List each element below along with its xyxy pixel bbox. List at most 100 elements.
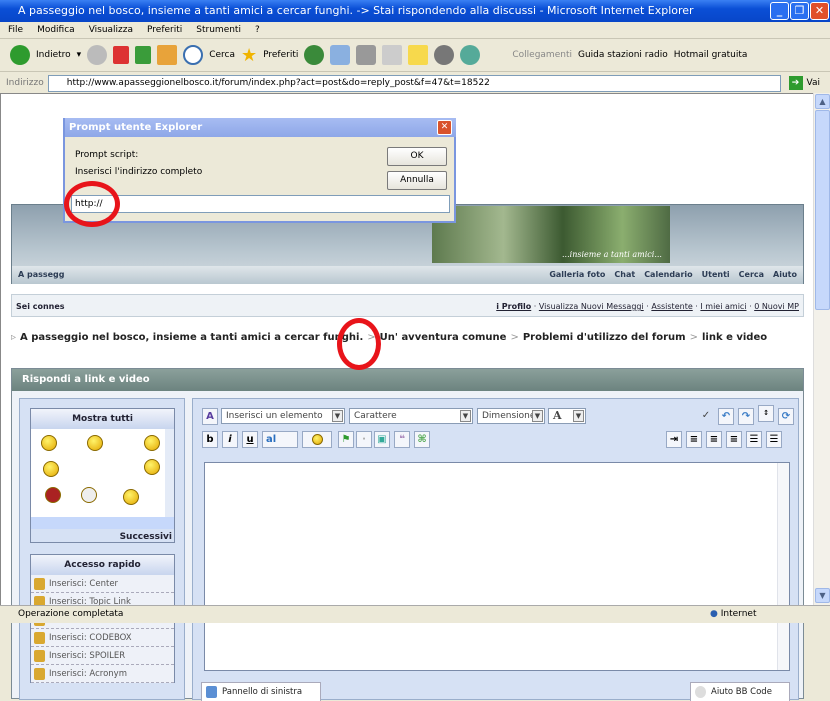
refresh-icon[interactable] [135,46,152,64]
link-nuovi-messaggi[interactable]: Visualizza Nuovi Messaggi [539,302,644,311]
font-color-select[interactable]: A ▼ [548,408,586,424]
cancel-button[interactable]: Annulla [387,171,447,190]
crumb-category[interactable]: Un' avventura comune [380,332,507,343]
emoticon[interactable] [144,435,160,451]
show-all-emoticons[interactable]: Mostra tutti [31,409,174,429]
nav-home[interactable]: A passegg [18,270,65,279]
back-icon[interactable] [10,45,30,65]
numbered-list-icon[interactable]: ☰ [746,431,762,448]
emoticon-hscrollbar[interactable] [31,517,174,529]
indent-icon[interactable]: ⇥ [666,431,682,448]
search-icon[interactable] [183,45,204,65]
notes-icon[interactable] [408,45,429,65]
scroll-down-button[interactable]: ▼ [815,588,830,603]
insert-link-button[interactable]: ⚑ [338,431,354,448]
scroll-up-button[interactable]: ▲ [815,94,830,109]
menu-file[interactable]: File [8,25,23,35]
quick-item-center[interactable]: Inserisci: Center [31,575,174,593]
menu-strumenti[interactable]: Strumenti [196,25,241,35]
menu-help[interactable]: ? [255,25,260,35]
forward-icon[interactable] [87,45,108,65]
toggle-mode-icon[interactable]: A [202,408,218,425]
go-button[interactable]: Vai [807,78,820,88]
text-color-button[interactable]: al [262,431,298,448]
quick-item-spoiler[interactable]: Inserisci: SPOILER [31,647,174,665]
quick-item-codebox[interactable]: Inserisci: CODEBOX [31,629,174,647]
underline-button[interactable]: u [242,431,258,448]
print-icon[interactable] [356,45,377,65]
url-prompt-input[interactable]: http:// [71,195,450,213]
minimize-button[interactable]: _ [770,2,789,20]
menu-preferiti[interactable]: Preferiti [147,25,182,35]
emoticon[interactable] [43,461,59,477]
align-left-icon[interactable]: ≡ [686,431,702,448]
textarea-scrollbar[interactable] [777,463,789,670]
close-button[interactable]: ✕ [810,2,829,20]
history-icon[interactable] [304,45,325,65]
quote-button[interactable]: ❝ [394,431,410,448]
contacts-icon[interactable] [460,45,481,65]
emoticon[interactable] [81,487,97,503]
spellcheck-icon[interactable]: ✓ [698,408,714,425]
size-select[interactable]: Dimensione ▼ [477,408,545,424]
link-assistente[interactable]: Assistente [651,302,692,311]
bold-button[interactable]: b [202,431,218,448]
mail-icon[interactable] [330,45,351,65]
address-input[interactable]: http://www.apasseggionelbosco.it/forum/i… [47,74,781,92]
italic-button[interactable]: i [222,431,238,448]
bbcode-help-tab[interactable]: Aiuto BB Code [690,682,790,701]
left-panel-tab[interactable]: Pannello di sinistra [201,682,321,701]
emoticon-button[interactable] [302,431,332,448]
link-hotmail[interactable]: Hotmail gratuita [674,50,748,60]
messenger-icon[interactable] [434,45,455,65]
emoticon[interactable] [41,435,57,451]
message-textarea[interactable] [204,462,790,671]
resize-icon[interactable]: ↕ [758,405,774,422]
emoticon-scrollbar[interactable] [165,429,174,517]
link-profilo[interactable]: i Profilo [496,302,531,311]
favorites-icon[interactable]: ★ [241,45,257,66]
emoticon[interactable] [123,489,139,505]
ok-button[interactable]: OK [387,147,447,166]
quick-item-acronym[interactable]: Inserisci: Acronym [31,665,174,683]
link-amici[interactable]: I miei amici [700,302,746,311]
redo-icon[interactable]: ↷ [738,408,754,425]
back-button[interactable]: Indietro [36,50,71,60]
emoticon[interactable] [144,459,160,475]
menu-visualizza[interactable]: Visualizza [89,25,133,35]
nav-calendario[interactable]: Calendario [644,270,692,279]
align-center-icon[interactable]: ≡ [706,431,722,448]
crumb-topic[interactable]: link e video [702,332,767,343]
nav-galleria[interactable]: Galleria foto [549,270,605,279]
unlink-button[interactable]: · [356,431,372,448]
menu-modifica[interactable]: Modifica [37,25,75,35]
link-guida-radio[interactable]: Guida stazioni radio [578,50,668,60]
link-mp[interactable]: 0 Nuovi MP [754,302,799,311]
nav-aiuto[interactable]: Aiuto [773,270,797,279]
emoticon[interactable] [45,487,61,503]
align-right-icon[interactable]: ≡ [726,431,742,448]
crumb-forum[interactable]: A passeggio nel bosco, insieme a tanti a… [20,332,363,343]
scroll-thumb[interactable] [815,110,830,310]
maximize-button[interactable]: ❐ [790,2,809,20]
go-icon[interactable]: ➔ [788,76,803,90]
undo-icon[interactable]: ↶ [718,408,734,425]
dialog-close-button[interactable]: ✕ [437,120,452,135]
edit-icon[interactable] [382,45,403,65]
nav-utenti[interactable]: Utenti [702,270,730,279]
next-emoticons[interactable]: Successivi [31,529,174,545]
nav-chat[interactable]: Chat [614,270,635,279]
bullet-list-icon[interactable]: ☰ [766,431,782,448]
code-button[interactable]: ⌘ [414,431,430,448]
insert-image-button[interactable]: ▣ [374,431,390,448]
crumb-subforum[interactable]: Problemi d'utilizzo del forum [523,332,686,343]
nav-cerca[interactable]: Cerca [739,270,764,279]
emoticon[interactable] [87,435,103,451]
switch-editor-icon[interactable]: ⟳ [778,408,794,425]
search-button[interactable]: Cerca [209,50,235,60]
page-scrollbar[interactable]: ▲ ▼ [813,93,830,605]
stop-icon[interactable] [113,46,130,64]
font-select[interactable]: Carattere ▼ [349,408,473,424]
favorites-button[interactable]: Preferiti [263,50,298,60]
home-icon[interactable] [157,45,178,65]
